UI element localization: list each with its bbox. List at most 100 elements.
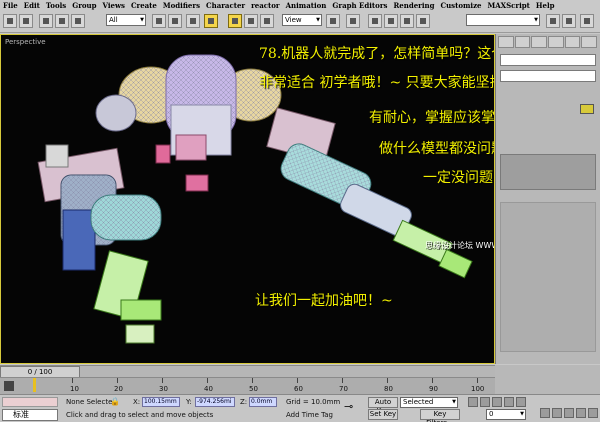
next-frame-icon[interactable]	[504, 397, 514, 407]
tick-label: 80	[384, 385, 393, 393]
orbit-icon[interactable]	[576, 408, 586, 418]
menu-bar: File Edit Tools Group Views Create Modif…	[0, 0, 600, 11]
key-filters-button[interactable]: Key Filters...	[420, 409, 460, 422]
tick-label: 60	[294, 385, 303, 393]
go-to-end-icon[interactable]	[516, 397, 526, 407]
menu-rendering[interactable]: Rendering	[393, 0, 434, 11]
tick-label: 70	[339, 385, 348, 393]
zoom-all-icon[interactable]	[552, 408, 562, 418]
select-and-manipulate-icon[interactable]	[346, 14, 360, 28]
named-selection-sets-dropdown[interactable]	[466, 14, 540, 26]
overlay-line-1: 78.机器人就完成了，怎样简单吗？这个模型	[259, 46, 494, 62]
menu-customize[interactable]: Customize	[441, 0, 482, 11]
menu-group[interactable]: Group	[72, 0, 96, 11]
mirror-icon[interactable]	[546, 14, 560, 28]
set-key-button[interactable]: Set Key	[368, 409, 398, 420]
go-to-start-icon[interactable]	[468, 397, 478, 407]
menu-help[interactable]: Help	[536, 0, 555, 11]
create-tab-icon[interactable]	[498, 36, 514, 48]
menu-character[interactable]: Character	[206, 0, 245, 11]
overlay-line-6: 让我们一起加油吧！~	[255, 293, 393, 309]
track-bar-right-panel	[495, 365, 600, 394]
align-icon[interactable]	[562, 14, 576, 28]
z-coordinate-label: Z:	[240, 398, 248, 406]
track-bar-menu-icon[interactable]	[4, 381, 14, 391]
object-color-swatch[interactable]	[580, 104, 594, 114]
unlink-icon[interactable]	[55, 14, 69, 28]
track-bar[interactable]: 10 20 30 40 50 60 70 80 90 100	[0, 377, 495, 394]
angle-snap-icon[interactable]	[384, 14, 398, 28]
x-coordinate-field[interactable]: 100.15mm	[142, 397, 180, 407]
previous-frame-icon[interactable]	[480, 397, 490, 407]
key-icon[interactable]: ⊸	[344, 400, 353, 413]
menu-edit[interactable]: Edit	[24, 0, 40, 11]
redo-icon[interactable]	[19, 14, 33, 28]
tick-label: 10	[70, 385, 79, 393]
command-panel	[495, 34, 600, 364]
overlay-line-2: 非常适合 初学者哦！~ 只要大家能坚持下来	[259, 75, 494, 91]
scale-icon[interactable]	[260, 14, 274, 28]
rotate-icon[interactable]	[244, 14, 258, 28]
add-time-tag-button[interactable]: Add Time Tag	[286, 411, 333, 419]
object-name-field[interactable]	[500, 54, 596, 66]
y-coordinate-field[interactable]: -974.256mi	[195, 397, 235, 407]
menu-maxscript[interactable]: MAXScript	[488, 0, 530, 11]
modifier-stack[interactable]	[500, 154, 596, 190]
modifier-list-dropdown[interactable]	[500, 70, 596, 82]
reference-coordinate-dropdown[interactable]: View	[282, 14, 322, 26]
parameters-rollout	[500, 202, 596, 352]
lock-icon[interactable]: 🔒	[110, 397, 120, 406]
bind-space-warp-icon[interactable]	[71, 14, 85, 28]
display-tab-icon[interactable]	[564, 36, 581, 48]
layer-manager-icon[interactable]	[580, 14, 594, 28]
time-slider[interactable]: 0 / 100	[0, 365, 495, 378]
z-coordinate-field[interactable]: 0.0mm	[249, 397, 277, 407]
maxscript-listener-field[interactable]	[2, 397, 58, 407]
menu-views[interactable]: Views	[103, 0, 125, 11]
menu-create[interactable]: Create	[131, 0, 157, 11]
menu-modifiers[interactable]: Modifiers	[163, 0, 200, 11]
auto-key-button[interactable]: Auto Key	[368, 397, 398, 415]
link-icon[interactable]	[39, 14, 53, 28]
utilities-tab-icon[interactable]	[581, 36, 598, 48]
modify-tab-icon[interactable]	[514, 36, 531, 48]
menu-animation[interactable]: Animation	[286, 0, 327, 11]
menu-tools[interactable]: Tools	[46, 0, 66, 11]
pivot-point-icon[interactable]	[326, 14, 340, 28]
select-by-name-icon[interactable]	[168, 14, 182, 28]
hierarchy-tab-icon[interactable]	[531, 36, 548, 48]
watermark: 思缘设计论坛 WWW.MISSYUAN.COM	[425, 241, 494, 250]
rectangular-selection-icon[interactable]	[186, 14, 200, 28]
window-crossing-icon[interactable]	[204, 14, 218, 28]
snaps-toggle-icon[interactable]	[368, 14, 382, 28]
menu-file[interactable]: File	[3, 0, 18, 11]
tick-label: 40	[204, 385, 213, 393]
undo-icon[interactable]	[3, 14, 17, 28]
tick-label: 50	[249, 385, 258, 393]
x-coordinate-label: X:	[133, 398, 141, 406]
selection-status: None Selecte	[66, 398, 113, 406]
overlay-line-5: 一定没问题	[423, 170, 493, 186]
zoom-icon[interactable]	[540, 408, 550, 418]
menu-reactor[interactable]: reactor	[251, 0, 280, 11]
command-panel-tabs	[498, 36, 598, 48]
key-mode-dropdown[interactable]: Selected	[400, 397, 458, 408]
perspective-viewport[interactable]: Perspective 78.机器人就完成了，怎样简单吗？这 非常适合 初学者哦…	[0, 34, 495, 364]
selection-filter-dropdown[interactable]: All	[106, 14, 146, 26]
status-bar: 标准 None Selecte 🔒 Click and drag to sele…	[0, 394, 600, 422]
pan-icon[interactable]	[564, 408, 574, 418]
motion-tab-icon[interactable]	[548, 36, 564, 48]
ime-indicator: 标准	[2, 409, 58, 421]
spinner-snap-icon[interactable]	[416, 14, 430, 28]
percent-snap-icon[interactable]	[400, 14, 414, 28]
tick-label: 100	[471, 385, 485, 393]
select-object-icon[interactable]	[152, 14, 166, 28]
menu-graph-editors[interactable]: Graph Editors	[332, 0, 387, 11]
overlay-line-4: 做什么模型都没问题！~	[379, 141, 494, 157]
tick-label: 90	[429, 385, 438, 393]
maximize-viewport-icon[interactable]	[588, 408, 598, 418]
current-frame-marker[interactable]	[33, 378, 36, 392]
play-icon[interactable]	[492, 397, 502, 407]
move-icon[interactable]	[228, 14, 242, 28]
current-frame-field[interactable]: 0	[486, 409, 526, 420]
